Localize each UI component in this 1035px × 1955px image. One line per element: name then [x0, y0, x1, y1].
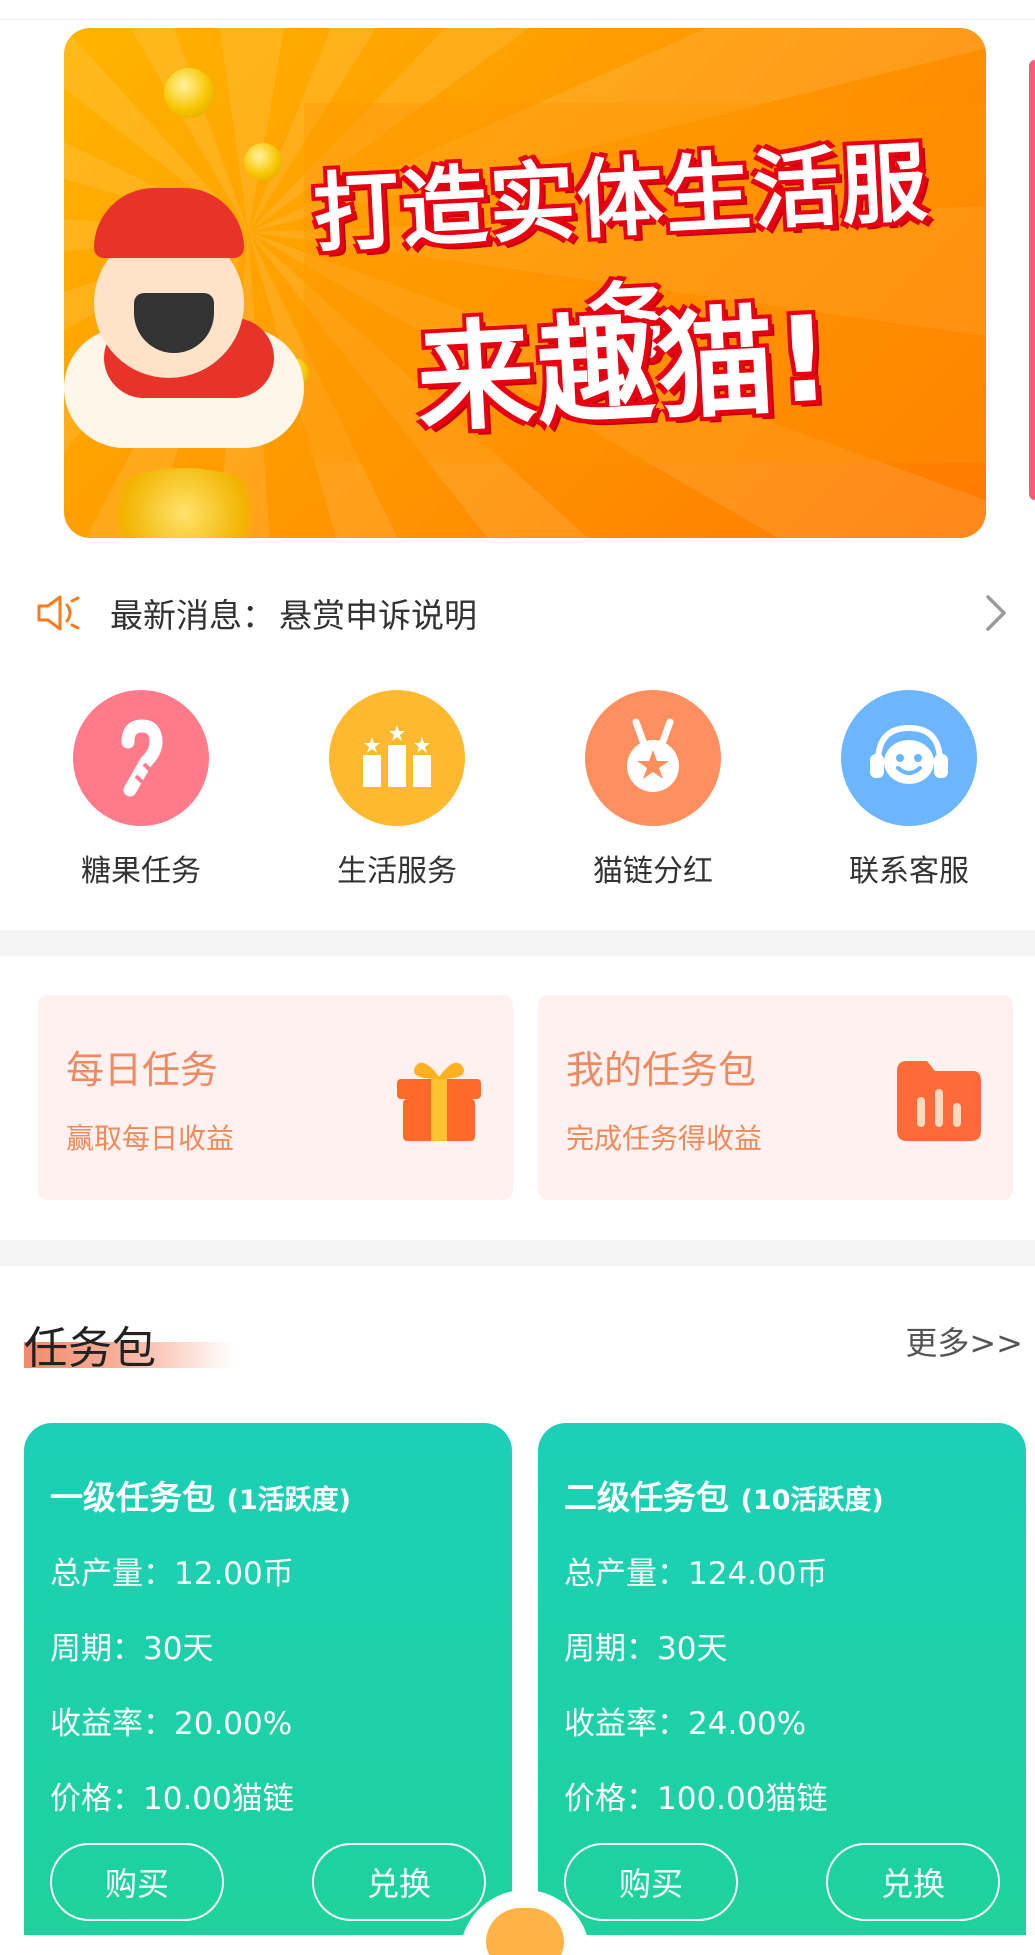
banner-brand: 来趣猫!: [413, 289, 836, 449]
coin-icon: [164, 68, 214, 118]
chevron-right-icon[interactable]: [976, 591, 1016, 635]
more-link[interactable]: 更多>>: [905, 1318, 1023, 1364]
task-card-title: 每日任务: [66, 1048, 219, 1092]
package-output: 总产量：12.00币: [50, 1556, 294, 1592]
package-period: 周期：30天: [50, 1631, 214, 1667]
headset-smiley-icon: [841, 690, 977, 826]
section-divider: [0, 1240, 1035, 1266]
quick-item-candy-task[interactable]: 糖果任务: [41, 690, 241, 890]
buy-button[interactable]: 购买: [50, 1843, 224, 1921]
section-title: 任务包: [24, 1323, 156, 1374]
package-activity: (1活跃度): [226, 1485, 351, 1516]
package-card-level-1[interactable]: 一级任务包 (1活跃度) 总产量：12.00币 周期：30天 收益率：20.00…: [24, 1423, 512, 1955]
quick-label: 联系客服: [849, 854, 969, 889]
candy-cane-icon: [73, 690, 209, 826]
quick-label: 糖果任务: [81, 854, 201, 889]
medal-icon: [585, 690, 721, 826]
package-name: 一级任务包: [50, 1478, 215, 1517]
task-card-title: 我的任务包: [566, 1048, 757, 1092]
package-price: 价格：100.00猫链: [564, 1781, 828, 1817]
section-divider: [0, 930, 1035, 956]
cat-mascot-icon: [486, 1908, 564, 1955]
news-title[interactable]: 悬赏申诉说明: [279, 589, 477, 637]
quick-label: 猫链分红: [593, 854, 713, 889]
quick-label: 生活服务: [337, 854, 457, 889]
package-title: 二级任务包 (10活跃度): [564, 1471, 884, 1519]
task-card-subtitle: 赢取每日收益: [66, 1122, 235, 1155]
quick-item-life-service[interactable]: 生活服务: [297, 690, 497, 890]
package-period: 周期：30天: [564, 1631, 728, 1667]
daily-task-card[interactable]: 每日任务 赢取每日收益: [38, 995, 513, 1200]
package-rate: 收益率：24.00%: [564, 1706, 807, 1742]
status-divider: [0, 0, 1035, 20]
next-banner-peek[interactable]: [1029, 60, 1035, 500]
quick-menu: 糖果任务 生活服务 猫链分红 联系客服: [0, 690, 1035, 900]
quick-item-cat-dividend[interactable]: 猫链分红: [553, 690, 753, 890]
speaker-icon: [37, 595, 80, 631]
news-label: 最新消息：: [110, 596, 275, 635]
quick-item-customer-service[interactable]: 联系客服: [809, 690, 1009, 890]
folder-chart-icon: [897, 1061, 981, 1141]
news-ticker[interactable]: 最新消息： 悬赏申诉说明: [36, 585, 1016, 641]
podium-stars-icon: [329, 690, 465, 826]
package-name: 二级任务包: [564, 1478, 729, 1517]
exchange-button[interactable]: 兑换: [312, 1843, 486, 1921]
buy-button[interactable]: 购买: [564, 1843, 738, 1921]
package-activity: (10活跃度): [740, 1485, 884, 1516]
package-rate: 收益率：20.00%: [50, 1706, 293, 1742]
package-title: 一级任务包 (1活跃度): [50, 1471, 351, 1519]
exchange-button[interactable]: 兑换: [826, 1843, 1000, 1921]
promo-banner[interactable]: 打造实体生活服务 来趣猫!: [64, 28, 986, 538]
package-card-level-2[interactable]: 二级任务包 (10活跃度) 总产量：124.00币 周期：30天 收益率：24.…: [538, 1423, 1026, 1955]
gift-icon: [397, 1062, 481, 1141]
package-price: 价格：10.00猫链: [50, 1781, 294, 1817]
package-output: 总产量：124.00币: [564, 1556, 828, 1592]
task-card-subtitle: 完成任务得收益: [566, 1122, 763, 1155]
my-task-package-card[interactable]: 我的任务包 完成任务得收益: [538, 995, 1013, 1200]
